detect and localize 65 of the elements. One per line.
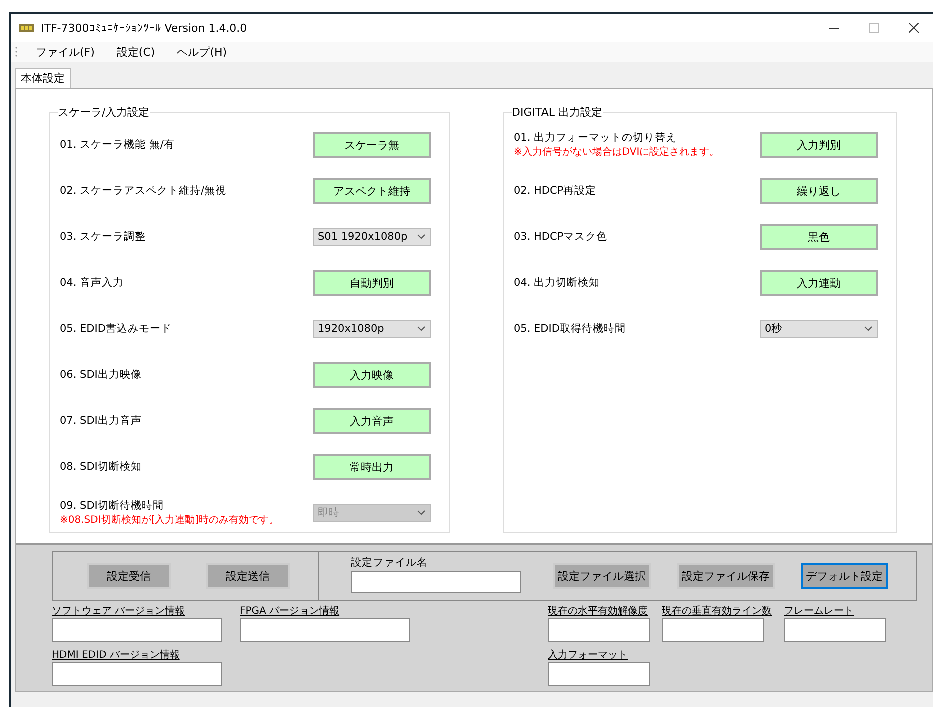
chevron-icon (417, 510, 426, 516)
info-field[interactable] (548, 618, 650, 642)
chevron-icon (864, 326, 873, 332)
setting-button[interactable]: 入力音声 (313, 408, 431, 434)
setting-label: 06. SDI出力映像 (60, 368, 142, 382)
setting-button[interactable]: 入力連動 (760, 270, 878, 296)
setting-label: 08. SDI切断検知 (60, 460, 142, 474)
info-field[interactable] (52, 618, 222, 642)
field-label: ソフトウェア バージョン情報 (52, 604, 186, 618)
setting-button[interactable]: 入力判別 (760, 132, 878, 158)
field-label: フレームレート (784, 605, 855, 618)
field-label: 入力フォーマット (548, 648, 629, 662)
info-field[interactable] (662, 618, 764, 642)
maximize-icon[interactable] (869, 23, 879, 33)
setting-button[interactable]: 入力映像 (313, 362, 431, 388)
setting-label: 09. SDI切断待機時間 (60, 499, 165, 513)
setting-label: 05. EDID取得待機時間 (514, 322, 626, 336)
field-label: 設定ファイル名 (351, 556, 429, 570)
setting-label: 01. 出力フォーマットの切り替え (514, 131, 678, 145)
action-button[interactable]: 設定ファイル保存 (677, 563, 775, 589)
action-button[interactable]: 設定送信 (206, 563, 290, 589)
action-button[interactable]: デフォルト設定 (801, 563, 888, 589)
dropdown[interactable]: 0秒 (760, 320, 878, 338)
warning-note: ※入力信号がない場合はDVIに設定されます。 (514, 146, 720, 159)
setting-button[interactable]: アスペクト維持 (313, 178, 431, 204)
setting-label: 07. SDI出力音声 (60, 414, 142, 428)
close-icon[interactable] (909, 23, 919, 33)
setting-label: 03. スケーラ調整 (60, 230, 146, 244)
field-label: 現在の水平有効解像度 (548, 604, 649, 618)
menu-item[interactable]: ファイル(F) (32, 44, 99, 60)
setting-label: 02. スケーラアスペクト維持/無視 (60, 184, 227, 198)
info-field[interactable] (548, 662, 650, 686)
setting-label: 01. スケーラ機能 無/有 (60, 138, 175, 152)
setting-label: 02. HDCP再設定 (514, 184, 597, 198)
action-button[interactable]: 設定受信 (87, 563, 171, 589)
info-field[interactable] (784, 618, 886, 642)
file-name-field[interactable] (351, 571, 521, 593)
app-icon (19, 23, 35, 33)
setting-label: 04. 出力切断検知 (514, 276, 600, 290)
dropdown[interactable]: 1920x1080p (313, 320, 431, 338)
field-label: HDMI EDID バージョン情報 (52, 648, 181, 662)
info-field[interactable] (52, 662, 222, 686)
tab[interactable]: 本体設定 (15, 68, 71, 88)
setting-label: 04. 音声入力 (60, 276, 124, 290)
window-title: ITF-7300ｺﾐｭﾆｹｰｼｮﾝﾂｰﾙ Version 1.4.0.0 (41, 22, 248, 34)
info-field[interactable] (240, 618, 410, 642)
field-label: 現在の垂直有効ライン数 (662, 604, 772, 618)
setting-label: 03. HDCPマスク色 (514, 230, 608, 244)
setting-button[interactable]: 繰り返し (760, 178, 878, 204)
grip-icon (15, 46, 18, 58)
setting-button[interactable]: 黒色 (760, 224, 878, 250)
menu-item[interactable]: 設定(C) (112, 44, 160, 60)
setting-button[interactable]: スケーラ無 (313, 132, 431, 158)
chevron-icon (417, 326, 426, 332)
menu-item[interactable]: ヘルプ(H) (173, 44, 232, 60)
setting-label: 05. EDID書込みモード (60, 322, 172, 336)
group-title: スケーラ/入力設定 (58, 105, 150, 120)
action-button[interactable]: 設定ファイル選択 (553, 563, 651, 589)
group-title: DIGITAL 出力設定 (512, 105, 602, 120)
dropdown[interactable]: S01 1920x1080p (313, 228, 431, 246)
warning-note: ※08.SDI切断検知が[入力連動]時のみ有効です。 (60, 514, 280, 527)
field-label: FPGA バージョン情報 (240, 604, 341, 618)
setting-button[interactable]: 自動判別 (313, 270, 431, 296)
chevron-icon (417, 234, 426, 240)
setting-button[interactable]: 常時出力 (313, 454, 431, 480)
